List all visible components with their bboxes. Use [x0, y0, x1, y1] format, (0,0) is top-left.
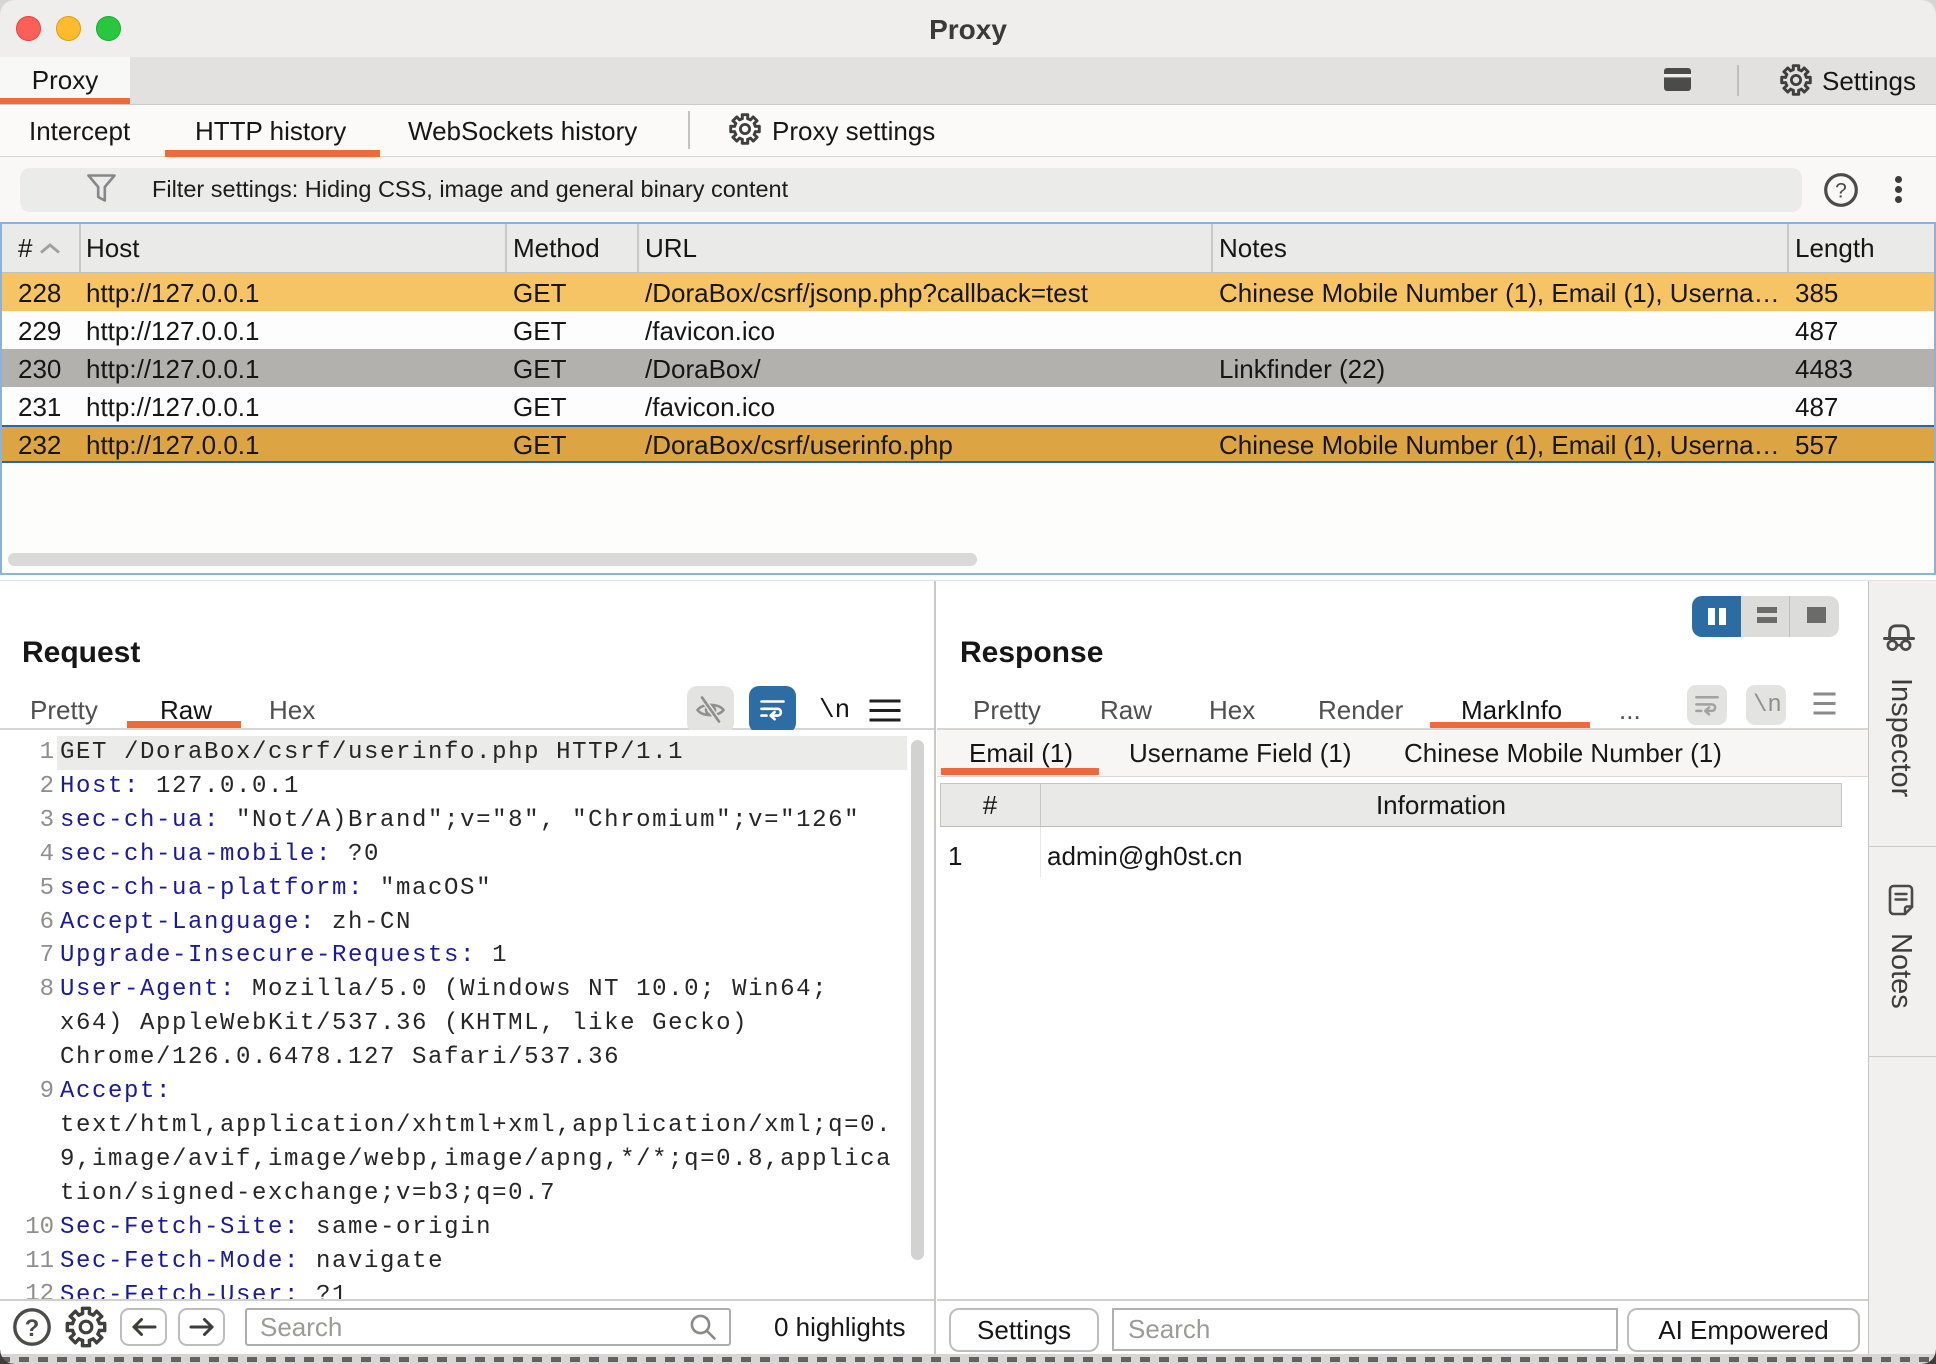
svg-text:?: ?	[1835, 180, 1847, 203]
svg-text:?: ?	[25, 1315, 40, 1342]
